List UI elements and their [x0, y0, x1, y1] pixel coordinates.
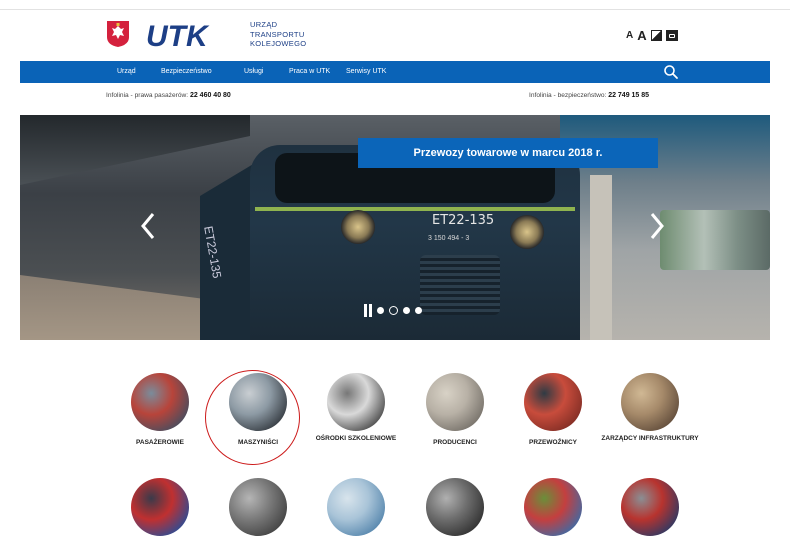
category-pasazerowie[interactable]: PASAŻEROWIE — [110, 373, 210, 447]
graffiti-wall — [660, 210, 770, 270]
category-przewoznicy[interactable]: PRZEWOŹNICY — [503, 373, 603, 447]
hero-slider: ET22-135 3 150 494 - 3 ET22-135 Przewozy… — [20, 115, 770, 340]
category-label: PRODUCENCI — [433, 439, 477, 446]
slider-dot[interactable] — [415, 307, 422, 314]
slider-controls — [364, 304, 422, 317]
hotline-bar: Infolinia - prawa pasażerów: 22 460 40 8… — [0, 90, 790, 102]
category-photo — [327, 478, 385, 536]
hotline-passengers-phone[interactable]: 22 460 40 80 — [190, 92, 231, 99]
category-row2-item[interactable] — [208, 478, 308, 536]
category-label: PRZEWOŹNICY — [528, 439, 578, 446]
utk-logo[interactable]: UTK — [146, 22, 244, 50]
polish-emblem-icon — [107, 21, 129, 47]
nav-item-urzad[interactable]: Urząd — [117, 61, 136, 83]
category-row2-item[interactable] — [110, 478, 210, 536]
category-zarzadcy-infrastruktury[interactable]: ZARZĄDCY INFRASTRUKTURY — [600, 373, 700, 443]
category-photo — [229, 478, 287, 536]
category-grid: PASAŻEROWIE MASZYNIŚCI OŚRODKI SZKOLENIO… — [0, 360, 790, 547]
pause-icon[interactable] — [364, 304, 372, 317]
category-row2-item[interactable] — [306, 478, 406, 536]
category-photo — [426, 373, 484, 431]
slider-dot[interactable] — [377, 307, 384, 314]
category-photo — [426, 478, 484, 536]
chevron-right-icon[interactable] — [648, 211, 666, 241]
station-pillar — [590, 175, 612, 340]
locomotive-headlamp — [341, 210, 375, 244]
hotline-passengers-label: Infolinia - prawa pasażerów: — [106, 92, 189, 99]
category-row2-item[interactable] — [405, 478, 505, 536]
font-size-small-button[interactable]: A — [626, 30, 633, 41]
category-osrodki-szkoleniowe[interactable]: OŚRODKI SZKOLENIOWE — [306, 373, 406, 443]
sign-language-icon[interactable] — [665, 30, 678, 41]
hotline-passengers: Infolinia - prawa pasażerów: 22 460 40 8… — [106, 92, 231, 99]
category-photo — [524, 373, 582, 431]
hotline-safety-label: Infolinia - bezpieczeństwo: — [529, 92, 607, 99]
slide-headline[interactable]: Przewozy towarowe w marcu 2018 r. — [358, 138, 658, 168]
category-label: PASAŻEROWIE — [136, 439, 184, 446]
category-row2-item[interactable] — [503, 478, 603, 536]
highlight-circle — [205, 370, 300, 465]
nav-item-uslugi[interactable]: Usługi — [244, 61, 263, 83]
category-photo — [131, 478, 189, 536]
org-name-line: URZĄD — [250, 20, 278, 29]
search-icon[interactable] — [663, 64, 679, 80]
accessibility-tools: A A — [626, 28, 678, 43]
hotline-safety-phone[interactable]: 22 749 15 85 — [608, 92, 649, 99]
slider-dot-active[interactable] — [389, 306, 398, 315]
category-photo — [621, 373, 679, 431]
hotline-safety: Infolinia - bezpieczeństwo: 22 749 15 85 — [529, 92, 649, 99]
svg-text:UTK: UTK — [146, 22, 210, 50]
main-nav: Urząd Bezpieczeństwo Usługi Praca w UTK … — [20, 61, 770, 83]
locomotive-stripe — [255, 207, 575, 211]
nav-item-praca-w-utk[interactable]: Praca w UTK — [289, 61, 330, 83]
nav-item-bezpieczenstwo[interactable]: Bezpieczeństwo — [161, 61, 212, 83]
platform — [20, 275, 220, 340]
category-photo — [327, 373, 385, 431]
category-producenci[interactable]: PRODUCENCI — [405, 373, 505, 447]
category-row2-item[interactable] — [600, 478, 700, 536]
org-name: URZĄD TRANSPORTU KOLEJOWEGO — [250, 20, 306, 49]
font-size-large-button[interactable]: A — [637, 28, 646, 43]
locomotive-grill — [420, 255, 500, 315]
org-name-line: KOLEJOWEGO — [250, 39, 307, 48]
locomotive-headlamp — [510, 215, 544, 249]
nav-item-serwisy-utk[interactable]: Serwisy UTK — [346, 61, 386, 83]
category-label: ZARZĄDCY INFRASTRUKTURY — [601, 435, 699, 442]
station-roof — [20, 115, 250, 185]
category-photo — [524, 478, 582, 536]
slider-dot[interactable] — [403, 307, 410, 314]
category-label: OŚRODKI SZKOLENIOWE — [315, 435, 397, 442]
locomotive-number: 3 150 494 - 3 — [428, 235, 470, 242]
locomotive-code: ET22-135 — [432, 213, 495, 228]
site-header: UTK URZĄD TRANSPORTU KOLEJOWEGO A A — [0, 10, 790, 58]
category-photo — [131, 373, 189, 431]
category-photo — [621, 478, 679, 536]
high-contrast-icon[interactable] — [650, 30, 662, 41]
org-name-line: TRANSPORTU — [250, 29, 305, 39]
chevron-left-icon[interactable] — [139, 211, 157, 241]
